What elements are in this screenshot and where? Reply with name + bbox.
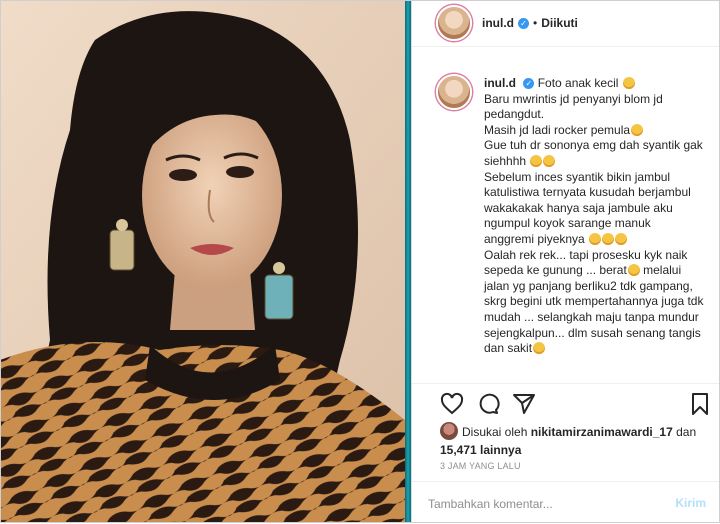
post-details-panel: inul.d ✓ • Diikuti inul.d ✓ Foto anak ke… [412,0,720,523]
post-timestamp[interactable]: 3 JAM YANG LALU [440,461,521,471]
heart-icon[interactable] [440,392,464,416]
bookmark-icon[interactable] [688,392,712,416]
likes-summary: Disukai oleh nikitamirzanimawardi_17 dan… [440,422,712,459]
post-photo[interactable] [0,0,405,523]
caption-line-1: Foto anak kecil [537,76,619,90]
likes-count[interactable]: 15,471 [440,443,477,457]
caption-area: inul.d ✓ Foto anak kecil Baru mwrintis j… [412,62,720,382]
likes-suffix[interactable]: lainnya [480,443,521,457]
caption-avatar[interactable] [436,74,472,110]
likes-conj: dan [676,425,697,439]
liker-avatar[interactable] [440,422,458,440]
laughing-emoji-icon [589,232,602,245]
caption-line-4: Gue tuh dr sononya emg dah syantik gak s… [484,138,703,168]
share-icon[interactable] [512,392,536,416]
separator-dot: • [533,16,538,30]
laughing-emoji-icon [631,123,644,136]
caption-line-3: Masih jd ladi rocker pemula [484,122,631,137]
likes-prefix: Disukai oleh [462,425,528,439]
caption-username[interactable]: inul.d [484,76,516,90]
post-header: inul.d ✓ • Diikuti [412,0,720,47]
following-button[interactable]: Diikuti [541,16,578,30]
author-avatar[interactable] [436,5,472,41]
winking-tongue-emoji-icon [627,264,640,277]
author-username[interactable]: inul.d [482,16,514,30]
comment-input[interactable] [426,494,670,514]
caption-line-5: Sebelum inces syantik bikin jambul katul… [484,169,691,246]
verified-badge-icon: ✓ [518,17,529,29]
comment-icon[interactable] [476,392,500,416]
crying-emoji-icon [533,342,546,355]
comment-form: Kirim [412,481,720,524]
action-bar [412,383,720,424]
post-comment-button[interactable]: Kirim [669,495,712,511]
caption-text: inul.d ✓ Foto anak kecil Baru mwrintis j… [484,76,704,357]
verified-badge-icon: ✓ [523,78,535,90]
laughing-emoji-icon [615,232,628,245]
laughing-emoji-icon [530,154,543,167]
laughing-emoji-icon [622,77,635,89]
portrait-photo [0,0,405,523]
caption-line-2: Baru mwrintis jd penyanyi blom jd pedang… [484,91,663,122]
laughing-emoji-icon [602,232,615,245]
laughing-emoji-icon [543,154,556,167]
liker-username[interactable]: nikitamirzanimawardi_17 [531,425,673,439]
